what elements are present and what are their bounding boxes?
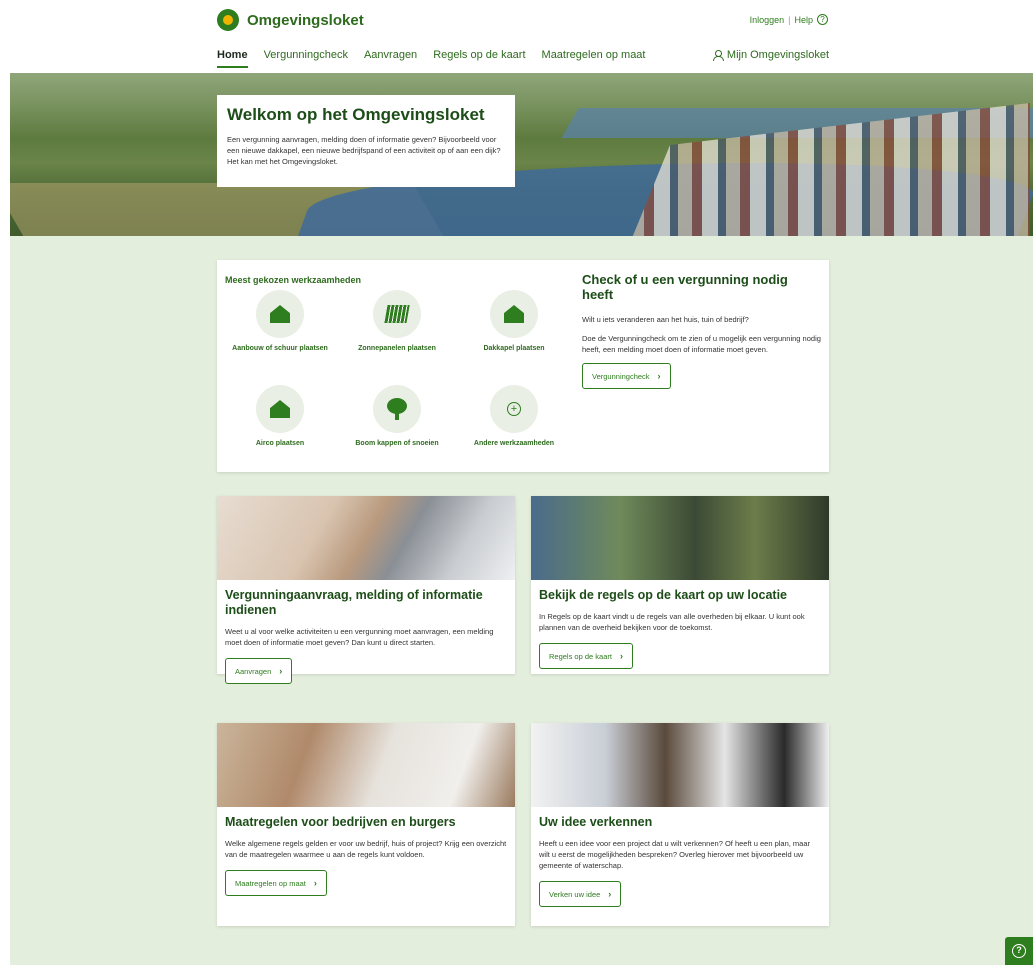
plus-icon: + [507, 402, 521, 416]
button-label: Maatregelen op maat [235, 878, 306, 888]
help-button[interactable]: ? [1005, 937, 1033, 965]
card-aanvragen: Vergunningaanvraag, melding of informati… [217, 496, 515, 684]
maatregelen-op-maat-button[interactable]: Maatregelen op maat › [225, 870, 327, 896]
tile-circle [373, 385, 421, 433]
chevron-right-icon: › [313, 878, 317, 888]
check-text-1: Wilt u iets veranderen aan het huis, tui… [582, 315, 749, 324]
tile-label: Aanbouw of schuur plaatsen [232, 345, 328, 352]
question-icon: ? [1012, 944, 1026, 958]
regels-op-de-kaart-button[interactable]: Regels op de kaart › [539, 643, 633, 669]
nav-vergunningcheck[interactable]: Vergunningcheck [264, 49, 348, 68]
vergunningcheck-button[interactable]: Vergunningcheck › [582, 363, 671, 389]
main-nav: Home Vergunningcheck Aanvragen Regels op… [217, 49, 645, 68]
tile-label: Andere werkzaamheden [473, 440, 555, 447]
house-icon [270, 400, 290, 418]
laptop-photo [217, 496, 515, 580]
tile-label: Airco plaatsen [255, 440, 305, 447]
chevron-right-icon: › [608, 889, 612, 899]
button-label: Verken uw idee [549, 889, 601, 899]
card-text: Heeft u een idee voor een project dat u … [539, 839, 811, 870]
solar-panel-icon [384, 305, 410, 323]
nav-maatregelen-op-maat[interactable]: Maatregelen op maat [542, 49, 646, 68]
hero-title: Welkom op het Omgevingsloket [227, 105, 485, 124]
user-icon [712, 50, 724, 61]
card-regels-op-de-kaart: Bekijk de regels op de kaart op uw locat… [531, 496, 829, 674]
vergunningcheck-section: Check of u een vergunning nodig heeft Wi… [582, 272, 822, 389]
tile-label: Boom kappen of snoeien [355, 440, 439, 447]
help-link[interactable]: Help [794, 15, 813, 25]
logo-text: Omgevingsloket [247, 11, 364, 29]
tile-aanbouw[interactable]: Aanbouw of schuur plaatsen [225, 290, 335, 353]
hero-text: Een vergunning aanvragen, melding doen o… [227, 135, 501, 166]
chevron-right-icon: › [279, 666, 283, 676]
question-icon[interactable]: ? [817, 14, 828, 25]
nav-home[interactable]: Home [217, 49, 248, 68]
tile-andere[interactable]: + Andere werkzaamheden [459, 385, 569, 448]
paperwork-photo [217, 723, 515, 807]
logo[interactable]: Omgevingsloket [217, 9, 364, 31]
tile-airco[interactable]: Airco plaatsen [225, 385, 335, 448]
login-link[interactable]: Inloggen [750, 15, 785, 25]
tile-boom[interactable]: Boom kappen of snoeien [342, 385, 452, 448]
tree-icon [387, 398, 407, 420]
tile-circle [373, 290, 421, 338]
hero-image [10, 73, 1033, 236]
header: Omgevingsloket Inloggen | Help ? Home Ve… [0, 0, 1033, 72]
verken-uw-idee-button[interactable]: Verken uw idee › [539, 881, 622, 907]
tile-circle [490, 290, 538, 338]
button-label: Regels op de kaart [549, 651, 612, 661]
people-photo [531, 496, 829, 580]
check-text-2: Doe de Vergunningcheck om te zien of u m… [582, 334, 821, 354]
nav-regels-op-de-kaart[interactable]: Regels op de kaart [433, 49, 525, 68]
aanvragen-button[interactable]: Aanvragen › [225, 658, 293, 684]
card-title: Uw idee verkennen [539, 815, 653, 829]
nav-aanvragen[interactable]: Aanvragen [364, 49, 417, 68]
tile-label: Dakkapel plaatsen [483, 345, 545, 352]
card-idee-verkennen: Uw idee verkennen Heeft u een idee voor … [531, 723, 829, 926]
button-label: Aanvragen [235, 666, 272, 676]
account-link[interactable]: Mijn Omgevingsloket [712, 49, 829, 61]
chevron-right-icon: › [657, 371, 661, 381]
tile-circle [256, 290, 304, 338]
tile-circle [256, 385, 304, 433]
card-maatregelen: Maatregelen voor bedrijven en burgers We… [217, 723, 515, 926]
meeting-photo [531, 723, 829, 807]
card-title: Maatregelen voor bedrijven en burgers [225, 815, 456, 829]
tile-label: Zonnepanelen plaatsen [358, 345, 436, 352]
button-label: Vergunningcheck [592, 371, 650, 381]
account-label: Mijn Omgevingsloket [726, 49, 829, 61]
logo-icon [217, 9, 239, 31]
check-title: Check of u een vergunning nodig heeft [582, 272, 788, 302]
card-title: Vergunningaanvraag, melding of informati… [225, 588, 483, 617]
card-text: In Regels op de kaart vindt u de regels … [539, 612, 805, 632]
tile-circle: + [490, 385, 538, 433]
chevron-right-icon: › [619, 651, 623, 661]
house-icon [504, 305, 524, 323]
werkzaamheden-title: Meest gekozen werkzaamheden [225, 275, 362, 285]
tile-zonnepanelen[interactable]: Zonnepanelen plaatsen [342, 290, 452, 353]
card-text: Weet u al voor welke activiteiten u een … [225, 627, 494, 647]
card-title: Bekijk de regels op de kaart op uw locat… [539, 588, 787, 602]
card-text: Welke algemene regels gelden er voor uw … [225, 839, 507, 859]
utility-links: Inloggen | Help ? [750, 14, 828, 25]
divider: | [788, 14, 791, 25]
house-icon [270, 305, 290, 323]
tile-dakkapel[interactable]: Dakkapel plaatsen [459, 290, 569, 353]
hero-card: Welkom op het Omgevingsloket Een vergunn… [217, 95, 515, 187]
